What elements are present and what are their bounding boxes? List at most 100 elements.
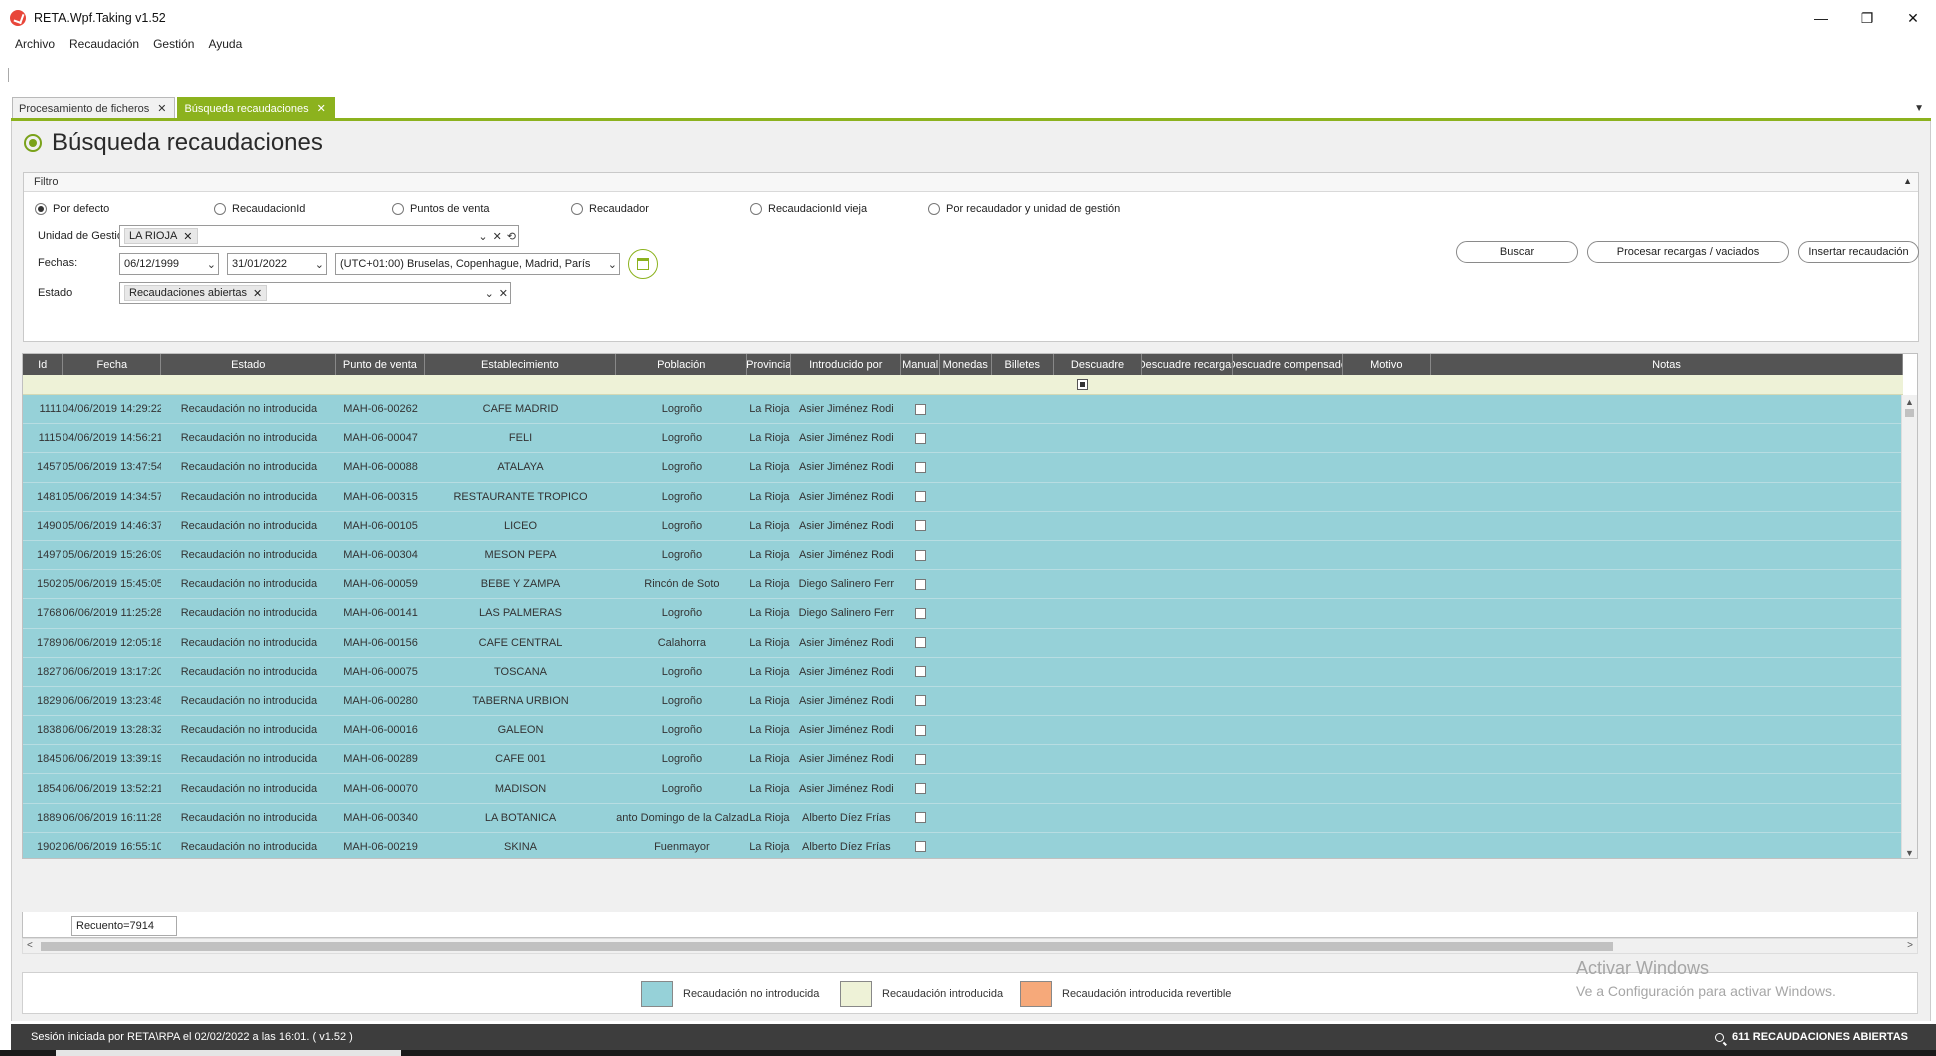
col-punto-venta-header[interactable]: Punto de venta [336, 354, 425, 375]
table-row[interactable]: 1768 06/06/2019 11:25:28 Recaudación no in… [23, 599, 1903, 629]
col-notas-header[interactable]: Notas [1431, 354, 1904, 375]
col-provincia-header[interactable]: Provincia [747, 354, 792, 375]
menu-archivo[interactable]: Archivo [15, 34, 55, 54]
scroll-left-icon[interactable]: < [27, 940, 33, 951]
table-row[interactable]: 1889 06/06/2019 16:11:28 Recaudación no in… [23, 803, 1903, 833]
table-row[interactable]: 1854 06/06/2019 13:52:21 Recaudación no in… [23, 774, 1903, 804]
close-window-button[interactable]: ✕ [1890, 0, 1936, 36]
radio-recaudacionid-vieja[interactable]: RecaudacionId vieja [750, 203, 867, 215]
col-descuadre-recargas-header[interactable]: Descuadre recargas [1142, 354, 1234, 375]
horizontal-scrollbar[interactable]: < > [22, 938, 1918, 954]
close-tab-icon[interactable]: ✕ [157, 102, 166, 115]
close-tab-icon[interactable]: ✕ [317, 102, 326, 115]
unidad-gestion-field[interactable]: LA RIOJA ✕ ⌄ ✕ ⟲ [119, 225, 519, 247]
col-establecimiento-header[interactable]: Establecimiento [425, 354, 617, 375]
scroll-up-icon[interactable]: ▲ [1905, 397, 1914, 407]
buscar-button[interactable]: Buscar [1456, 241, 1578, 263]
manual-checkbox[interactable] [915, 783, 927, 795]
remove-chip-icon[interactable]: ✕ [253, 287, 262, 300]
grid-rows: 1111 04/06/2019 14:29:22 Recaudación no in… [23, 395, 1903, 858]
table-row[interactable]: 1902 06/06/2019 16:55:10 Recaudación no in… [23, 832, 1903, 858]
table-row[interactable]: 1829 06/06/2019 13:23:48 Recaudación no in… [23, 686, 1903, 717]
vertical-scrollbar[interactable]: ▲ ▼ [1901, 395, 1917, 858]
table-row[interactable]: 1838 06/06/2019 13:28:32 Recaudación no in… [23, 716, 1903, 746]
radio-puntos-de-venta[interactable]: Puntos de venta [392, 203, 490, 215]
timezone-select[interactable]: (UTC+01:00) Bruselas, Copenhague, Madrid… [335, 253, 620, 275]
manual-checkbox[interactable] [915, 666, 927, 678]
procesar-recargas-button[interactable]: Procesar recargas / vaciados [1587, 241, 1789, 263]
table-row[interactable]: 1497 05/06/2019 15:26:09 Recaudación no in… [23, 540, 1903, 571]
menu-gestion[interactable]: Gestión [153, 34, 194, 54]
manual-checkbox[interactable] [915, 549, 927, 561]
chevron-down-icon[interactable]: ⌄ [207, 258, 216, 271]
table-row[interactable]: 1845 06/06/2019 13:39:19 Recaudación no in… [23, 745, 1903, 775]
refresh-icon[interactable]: ⟲ [507, 230, 516, 243]
table-row[interactable]: 1115 04/06/2019 14:56:21 Recaudación no in… [23, 424, 1903, 454]
col-billetes-header[interactable]: Billetes [992, 354, 1054, 375]
radio-recaudacionid[interactable]: RecaudacionId [214, 203, 305, 215]
col-id-header[interactable]: Id [23, 354, 64, 375]
chevron-down-icon[interactable]: ⌄ [478, 230, 487, 243]
manual-checkbox[interactable] [915, 432, 927, 444]
fecha-desde-field[interactable]: 06/12/1999 ⌄ [119, 253, 219, 275]
menu-ayuda[interactable]: Ayuda [208, 34, 242, 54]
estado-field[interactable]: Recaudaciones abiertas ✕ ⌄ ✕ [119, 282, 511, 304]
col-id-cell: 1902 [37, 840, 62, 853]
table-row[interactable]: 1827 06/06/2019 13:17:20 Recaudación no in… [23, 657, 1903, 687]
table-row[interactable]: 1789 06/06/2019 12:05:18 Recaudación no in… [23, 628, 1903, 658]
chevron-down-icon[interactable]: ⌄ [315, 258, 324, 271]
radio-recaudador[interactable]: Recaudador [571, 203, 649, 215]
manual-checkbox[interactable] [915, 491, 927, 503]
col-fecha-header[interactable]: Fecha [63, 354, 162, 375]
clear-icon[interactable]: ✕ [499, 287, 508, 300]
open-collections-summary[interactable]: 611 RECAUDACIONES ABIERTAS [1714, 1024, 1908, 1050]
col-introducido-por-header[interactable]: Introducido por [791, 354, 902, 375]
manual-checkbox[interactable] [915, 578, 927, 590]
tabs-dropdown-icon[interactable]: ▼ [1914, 103, 1924, 114]
minimize-button[interactable]: — [1798, 0, 1844, 36]
col-manual-header[interactable]: Manual [901, 354, 940, 375]
calendar-button[interactable] [628, 249, 658, 279]
radio-por-defecto[interactable]: Por defecto [35, 203, 109, 215]
manual-checkbox[interactable] [915, 403, 927, 415]
col-motivo-header[interactable]: Motivo [1343, 354, 1431, 375]
manual-checkbox[interactable] [915, 724, 927, 736]
col-provincia-cell: La Rioja [749, 753, 790, 766]
table-row[interactable]: 1481 05/06/2019 14:34:57 Recaudación no in… [23, 482, 1903, 512]
manual-checkbox[interactable] [915, 607, 927, 619]
manual-checkbox[interactable] [915, 520, 927, 532]
chevron-down-icon[interactable]: ⌄ [608, 258, 617, 271]
table-row[interactable]: 1111 04/06/2019 14:29:22 Recaudación no in… [23, 395, 1903, 425]
insertar-recaudacion-button[interactable]: Insertar recaudación [1798, 241, 1919, 263]
table-row[interactable]: 1490 05/06/2019 14:46:37 Recaudación no in… [23, 511, 1903, 541]
filter-header[interactable]: Filtro [24, 173, 1918, 192]
menu-recaudacion[interactable]: Recaudación [69, 34, 139, 54]
tab-procesamiento-ficheros[interactable]: Procesamiento de ficheros ✕ [12, 97, 176, 119]
remove-chip-icon[interactable]: ✕ [183, 230, 192, 243]
col-estado-header[interactable]: Estado [161, 354, 337, 375]
manual-checkbox[interactable] [915, 637, 927, 649]
table-row[interactable]: 1502 05/06/2019 15:45:05 Recaudación no in… [23, 570, 1903, 600]
clear-icon[interactable]: ✕ [493, 230, 502, 243]
scroll-thumb[interactable] [41, 942, 1613, 951]
col-descuadre-compensado-header[interactable]: Descuadre compensado [1233, 354, 1343, 375]
restore-button[interactable]: ❐ [1844, 0, 1890, 36]
manual-checkbox[interactable] [915, 753, 927, 765]
fecha-hasta-field[interactable]: 31/01/2022 ⌄ [227, 253, 327, 275]
tab-busqueda-recaudaciones[interactable]: Búsqueda recaudaciones ✕ [177, 97, 335, 119]
col-poblacion-header[interactable]: Población [616, 354, 748, 375]
col-descuadre-header[interactable]: Descuadre [1054, 354, 1143, 375]
scroll-down-icon[interactable]: ▼ [1905, 848, 1914, 858]
col-monedas-header[interactable]: Monedas [940, 354, 992, 375]
chevron-down-icon[interactable]: ⌄ [485, 287, 494, 300]
radio-recaudador-unidad-gestion[interactable]: Por recaudador y unidad de gestión [928, 203, 1120, 215]
scroll-right-icon[interactable]: > [1907, 940, 1913, 951]
scroll-thumb[interactable] [1905, 409, 1914, 417]
manual-checkbox[interactable] [915, 695, 927, 707]
manual-checkbox[interactable] [915, 812, 927, 824]
manual-checkbox[interactable] [915, 841, 927, 853]
manual-filter-checkbox[interactable] [1077, 379, 1088, 390]
manual-checkbox[interactable] [915, 461, 927, 473]
collapse-icon[interactable]: ▲ [1903, 176, 1912, 186]
table-row[interactable]: 1457 05/06/2019 13:47:54 Recaudación no in… [23, 453, 1903, 483]
